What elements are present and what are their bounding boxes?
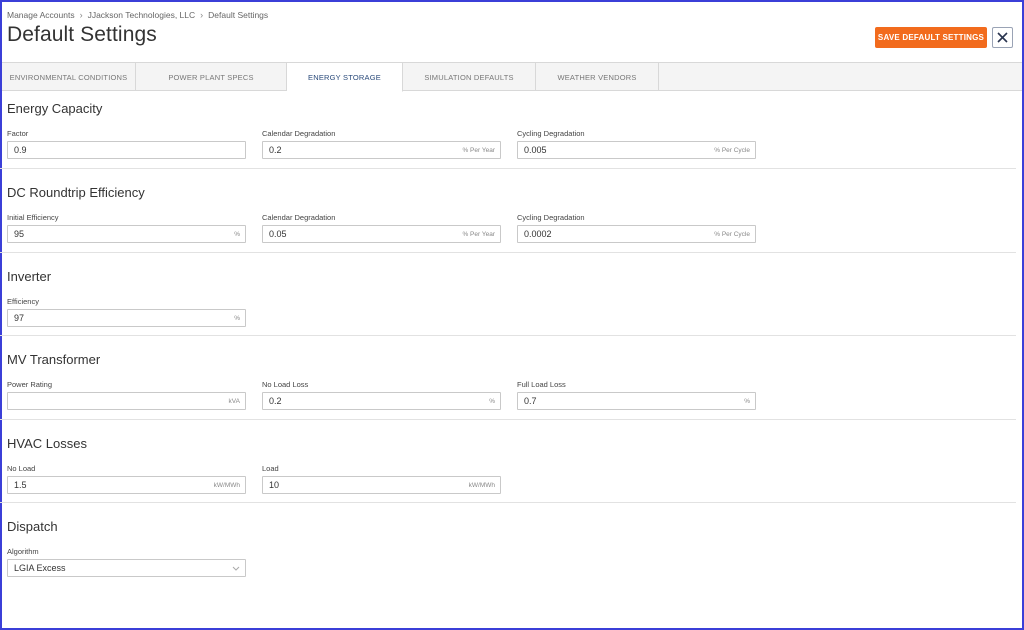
field-value: 1.5 [14, 480, 27, 490]
full-load-loss-field[interactable]: 0.7 % [517, 392, 756, 410]
tab-energy-storage[interactable]: ENERGY STORAGE [287, 63, 403, 92]
breadcrumb-current: Default Settings [208, 10, 269, 20]
breadcrumb: Manage Accounts › JJackson Technologies,… [7, 10, 268, 20]
chevron-down-icon [232, 566, 240, 571]
algorithm-select[interactable]: LGIA Excess [7, 559, 246, 577]
factor-field[interactable]: 0.9 [7, 141, 246, 159]
section-title-energy-capacity: Energy Capacity [7, 101, 103, 116]
field-value: 0.2 [269, 145, 282, 155]
field-label: Factor [7, 129, 29, 138]
section-divider [0, 252, 1016, 253]
breadcrumb-manage-accounts[interactable]: Manage Accounts [7, 10, 75, 20]
field-label: Power Rating [7, 380, 53, 389]
field-label: Algorithm [7, 547, 39, 556]
field-label: Initial Efficiency [7, 213, 59, 222]
field-unit: % Per Year [462, 230, 495, 238]
hvac-no-load-field[interactable]: 1.5 kW/MWh [7, 476, 246, 494]
field-label: Calendar Degradation [262, 129, 336, 138]
field-unit: kVA [228, 397, 240, 405]
no-load-loss-field[interactable]: 0.2 % [262, 392, 501, 410]
field-label: Full Load Loss [517, 380, 566, 389]
section-divider [0, 502, 1016, 503]
tab-environmental-conditions[interactable]: ENVIRONMENTAL CONDITIONS [2, 63, 136, 91]
field-unit: kW/MWh [213, 481, 240, 489]
field-label: Calendar Degradation [262, 213, 336, 222]
section-divider [0, 168, 1016, 169]
field-unit: % [489, 397, 495, 405]
field-label: Cycling Degradation [517, 129, 585, 138]
initial-efficiency-field[interactable]: 95 % [7, 225, 246, 243]
field-label: Cycling Degradation [517, 213, 585, 222]
section-title-dc-roundtrip-efficiency: DC Roundtrip Efficiency [7, 185, 145, 200]
field-value: 0.005 [524, 145, 547, 155]
field-label: No Load Loss [262, 380, 309, 389]
field-value: 0.7 [524, 396, 537, 406]
field-unit: % Per Cycle [714, 230, 750, 238]
field-unit: % Per Year [462, 146, 495, 154]
tab-weather-vendors[interactable]: WEATHER VENDORS [536, 63, 659, 91]
section-title-dispatch: Dispatch [7, 519, 58, 534]
field-value: 0.9 [14, 145, 27, 155]
field-unit: % [234, 314, 240, 322]
field-value: 0.0002 [524, 229, 552, 239]
chevron-right-icon: › [79, 10, 83, 20]
breadcrumb-account[interactable]: JJackson Technologies, LLC [88, 10, 196, 20]
field-value: 0.2 [269, 396, 282, 406]
save-default-settings-button[interactable]: SAVE DEFAULT SETTINGS [875, 27, 987, 48]
section-divider [0, 335, 1016, 336]
section-title-mv-transformer: MV Transformer [7, 352, 101, 367]
field-value: 0.05 [269, 229, 287, 239]
tab-power-plant-specs[interactable]: POWER PLANT SPECS [136, 63, 287, 91]
dc-cycling-degradation-field[interactable]: 0.0002 % Per Cycle [517, 225, 756, 243]
chevron-right-icon: › [200, 10, 204, 20]
hvac-load-field[interactable]: 10 kW/MWh [262, 476, 501, 494]
field-value: 95 [14, 229, 25, 239]
power-rating-field[interactable]: kVA [7, 392, 246, 410]
tab-bar: ENVIRONMENTAL CONDITIONS POWER PLANT SPE… [2, 62, 1022, 92]
dc-calendar-degradation-field[interactable]: 0.05 % Per Year [262, 225, 501, 243]
field-unit: % [234, 230, 240, 238]
close-icon [997, 32, 1008, 43]
field-value: 10 [269, 480, 280, 490]
field-label: No Load [7, 464, 36, 473]
field-label: Efficiency [7, 297, 39, 306]
field-unit: kW/MWh [468, 481, 495, 489]
field-unit: % [744, 397, 750, 405]
section-title-inverter: Inverter [7, 269, 52, 284]
close-button[interactable] [992, 27, 1013, 48]
cycling-degradation-field[interactable]: 0.005 % Per Cycle [517, 141, 756, 159]
calendar-degradation-field[interactable]: 0.2 % Per Year [262, 141, 501, 159]
section-divider [0, 419, 1016, 420]
section-title-hvac-losses: HVAC Losses [7, 436, 87, 451]
tab-simulation-defaults[interactable]: SIMULATION DEFAULTS [403, 63, 536, 91]
field-value: 97 [14, 313, 25, 323]
inverter-efficiency-field[interactable]: 97 % [7, 309, 246, 327]
page-title: Default Settings [7, 23, 157, 46]
field-unit: % Per Cycle [714, 146, 750, 154]
field-label: Load [262, 464, 279, 473]
select-value: LGIA Excess [14, 563, 66, 573]
